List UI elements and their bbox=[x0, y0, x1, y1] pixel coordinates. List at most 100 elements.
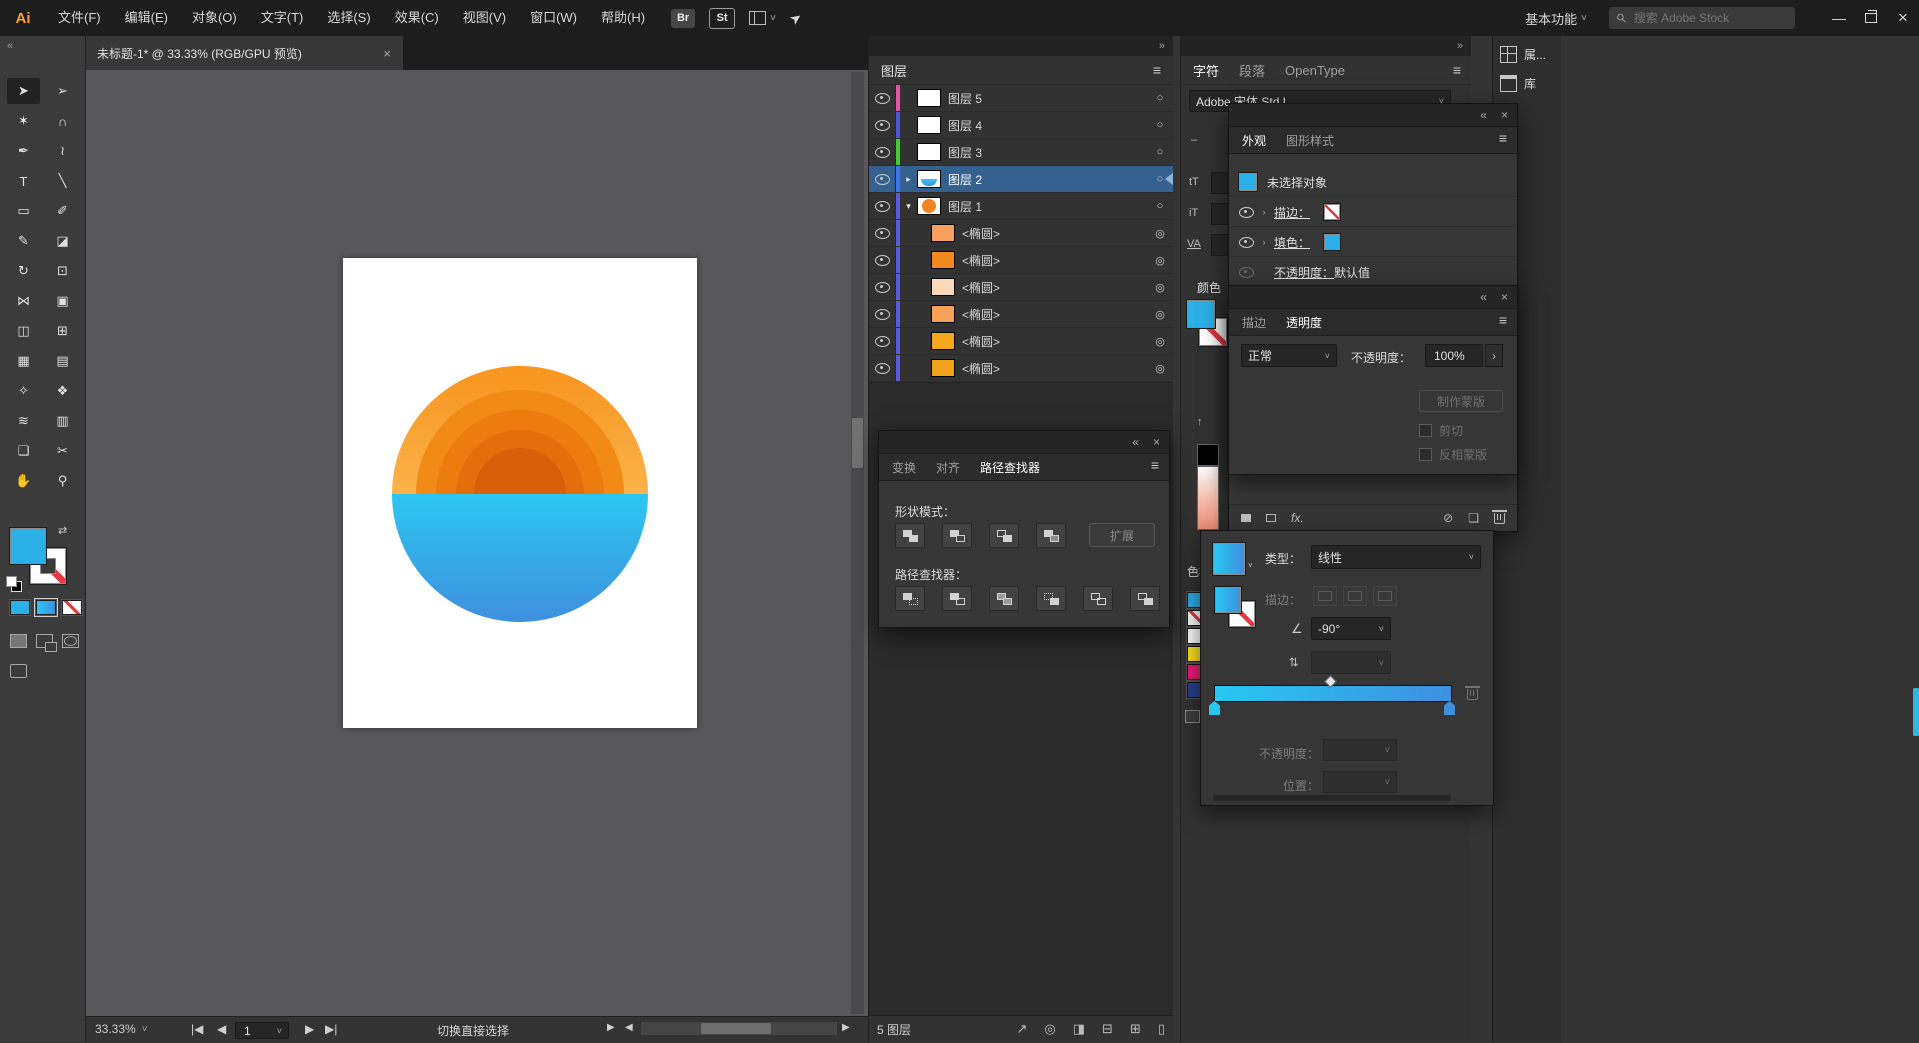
canvas-area[interactable] bbox=[85, 70, 868, 1016]
layer-thumbnail[interactable] bbox=[917, 116, 941, 134]
layer-name[interactable]: <椭圆> bbox=[962, 225, 1147, 242]
libraries-panel-button[interactable]: 库 bbox=[1493, 65, 1561, 94]
menu-item[interactable]: 文件(F) bbox=[46, 0, 113, 36]
artboard[interactable] bbox=[343, 258, 697, 728]
menu-item[interactable]: 视图(V) bbox=[451, 0, 518, 36]
draw-normal-button[interactable] bbox=[10, 634, 27, 648]
menu-item[interactable]: 文字(T) bbox=[249, 0, 316, 36]
menu-item[interactable]: 窗口(W) bbox=[518, 0, 589, 36]
gradient-stop-start[interactable] bbox=[1209, 701, 1220, 715]
panel-tab[interactable]: 外观 bbox=[1242, 132, 1266, 149]
expand-chevron-icon[interactable]: ▸ bbox=[900, 174, 917, 185]
tracking-field[interactable] bbox=[1211, 234, 1229, 256]
visibility-toggle[interactable] bbox=[869, 85, 896, 111]
layer-thumbnail[interactable] bbox=[931, 332, 955, 350]
gradient-mode-button[interactable] bbox=[36, 600, 56, 615]
layer-row[interactable]: ▸ 图层 2 ○ bbox=[869, 166, 1173, 193]
scroll-left-icon[interactable]: ◀ bbox=[625, 1022, 633, 1033]
gradient-tool[interactable]: ▤ bbox=[46, 348, 79, 374]
slice-tool[interactable]: ✂ bbox=[46, 438, 79, 464]
minus-back-button[interactable] bbox=[1130, 586, 1160, 611]
selection-tool[interactable]: ➤ bbox=[7, 78, 40, 104]
gradient-stop-end[interactable] bbox=[1444, 701, 1455, 715]
stroke-across-button[interactable] bbox=[1373, 586, 1397, 606]
curvature-tool[interactable]: ≀ bbox=[46, 138, 79, 164]
symbol-sprayer-tool[interactable]: ≋ bbox=[7, 408, 40, 434]
layer-target-icon[interactable]: ◎ bbox=[1147, 308, 1173, 321]
zoom-tool[interactable]: ⚲ bbox=[46, 468, 79, 494]
stroke-swatch[interactable] bbox=[1324, 204, 1340, 220]
visibility-toggle[interactable] bbox=[869, 112, 896, 138]
panel-tab[interactable]: 透明度 bbox=[1286, 314, 1322, 331]
invert-mask-checkbox-row[interactable]: 反相蒙版 bbox=[1419, 446, 1487, 463]
make-mask-button[interactable]: 制作蒙版 bbox=[1419, 390, 1503, 412]
layer-thumbnail[interactable] bbox=[917, 89, 941, 107]
panel-menu-icon[interactable]: ≡ bbox=[1153, 62, 1161, 78]
layer-target-icon[interactable]: ◎ bbox=[1147, 362, 1173, 375]
artboard-tool[interactable]: ❏ bbox=[7, 438, 40, 464]
tab-color[interactable]: 颜色 bbox=[1197, 279, 1221, 296]
scrollbar-thumb[interactable] bbox=[701, 1023, 771, 1034]
rectangle-tool[interactable]: ▭ bbox=[7, 198, 40, 224]
stop-opacity-dropdown[interactable]: ˅ bbox=[1323, 739, 1397, 761]
layer-thumbnail[interactable] bbox=[931, 278, 955, 296]
layer-row[interactable]: <椭圆> ◎ bbox=[869, 247, 1173, 274]
close-panel-icon[interactable]: × bbox=[1153, 435, 1160, 449]
layer-thumbnail[interactable] bbox=[917, 197, 941, 215]
eye-icon[interactable] bbox=[1239, 207, 1254, 218]
expand-chevron-icon[interactable]: › bbox=[1254, 237, 1274, 247]
fill-row[interactable]: › 填色： bbox=[1229, 228, 1517, 257]
vertical-scale-field[interactable] bbox=[1211, 203, 1229, 225]
visibility-toggle[interactable] bbox=[869, 355, 896, 381]
arrange-documents-button[interactable]: ˅ bbox=[749, 11, 776, 25]
panel-tab[interactable]: OpenType bbox=[1285, 63, 1345, 78]
layer-row[interactable]: 图层 5 ○ bbox=[869, 85, 1173, 112]
panel-menu-icon[interactable]: ≡ bbox=[1151, 457, 1159, 473]
gradient-swatch[interactable] bbox=[1213, 543, 1245, 575]
delete-item-icon[interactable] bbox=[1494, 513, 1505, 524]
close-document-icon[interactable]: × bbox=[383, 46, 391, 61]
next-artboard-button[interactable]: ▶ bbox=[305, 1022, 314, 1036]
black-swatch[interactable] bbox=[1197, 444, 1219, 466]
first-artboard-button[interactable]: |◀ bbox=[191, 1022, 203, 1036]
document-tab[interactable]: 未标题-1* @ 33.33% (RGB/GPU 预览) × bbox=[85, 36, 403, 70]
color-mode-button[interactable] bbox=[10, 600, 30, 615]
properties-panel-button[interactable]: 属... bbox=[1493, 36, 1561, 65]
opacity-field[interactable] bbox=[1425, 344, 1483, 367]
layer-row[interactable]: <椭圆> ◎ bbox=[869, 301, 1173, 328]
exclude-button[interactable] bbox=[1036, 523, 1066, 548]
fill-link[interactable]: 填色： bbox=[1274, 234, 1310, 251]
new-stroke-icon[interactable] bbox=[1241, 514, 1251, 522]
layer-name[interactable]: <椭圆> bbox=[962, 279, 1147, 296]
gradient-fill-proxy[interactable] bbox=[1215, 587, 1241, 613]
add-effect-icon[interactable]: fx. bbox=[1291, 511, 1304, 525]
visibility-toggle[interactable] bbox=[869, 166, 896, 192]
minus-front-button[interactable] bbox=[942, 523, 972, 548]
opacity-link[interactable]: 不透明度： bbox=[1274, 264, 1334, 281]
restore-button[interactable] bbox=[1855, 10, 1887, 26]
visibility-toggle[interactable] bbox=[869, 193, 896, 219]
none-mode-button[interactable] bbox=[62, 600, 82, 615]
panel-tab[interactable]: 描边 bbox=[1242, 314, 1266, 331]
status-options-icon[interactable]: ▶ bbox=[607, 1022, 615, 1033]
scroll-right-icon[interactable]: ▶ bbox=[842, 1022, 850, 1033]
checkbox[interactable] bbox=[1419, 448, 1432, 461]
artboard-number-field[interactable]: ˅ bbox=[235, 1022, 289, 1039]
search-input[interactable] bbox=[1632, 10, 1758, 26]
horizontal-scrollbar[interactable] bbox=[641, 1022, 837, 1035]
lasso-tool[interactable]: ∩ bbox=[46, 108, 79, 134]
new-fill-icon[interactable] bbox=[1266, 514, 1276, 522]
collapse-panel-icon[interactable]: « bbox=[1480, 108, 1487, 122]
bridge-button[interactable]: Br bbox=[671, 9, 695, 28]
panel-tab[interactable]: 对齐 bbox=[936, 459, 960, 476]
stock-button[interactable]: St bbox=[709, 8, 735, 29]
layer-row[interactable]: <椭圆> ◎ bbox=[869, 328, 1173, 355]
aspect-ratio-dropdown[interactable]: ˅ bbox=[1311, 651, 1391, 674]
layer-target-icon[interactable]: ○ bbox=[1147, 173, 1173, 185]
layer-target-icon[interactable]: ○ bbox=[1147, 92, 1173, 104]
collapse-panel-icon[interactable]: « bbox=[1480, 290, 1487, 304]
expand-dock-icon[interactable]: » bbox=[1159, 40, 1165, 52]
layer-row[interactable]: ▾ 图层 1 ○ bbox=[869, 193, 1173, 220]
visibility-toggle[interactable] bbox=[869, 328, 896, 354]
menu-item[interactable]: 对象(O) bbox=[180, 0, 249, 36]
